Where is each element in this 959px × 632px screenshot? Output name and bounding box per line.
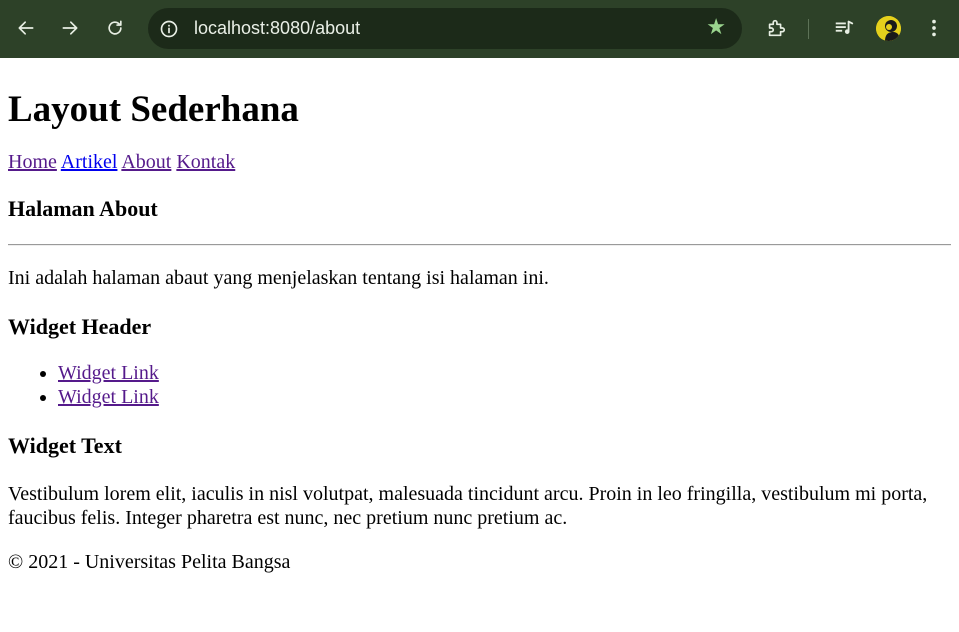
nav-link-home[interactable]: Home bbox=[8, 151, 57, 173]
section-title: Halaman About bbox=[8, 196, 158, 221]
toolbar-divider bbox=[808, 19, 809, 39]
footer-text: © 2021 - Universitas Pelita Bangsa bbox=[8, 551, 291, 573]
site-info-icon[interactable] bbox=[158, 18, 180, 40]
profile-avatar[interactable] bbox=[876, 16, 901, 41]
bookmark-star-icon[interactable]: ★ bbox=[706, 17, 726, 39]
list-item: Widget Link bbox=[58, 385, 951, 409]
reload-icon bbox=[108, 20, 122, 35]
intro-text: Ini adalah halaman abaut yang menjelaska… bbox=[8, 267, 549, 289]
page-content: Layout Sederhana Home Artikel About Kont… bbox=[0, 89, 959, 574]
nav-link-kontak[interactable]: Kontak bbox=[176, 151, 235, 173]
media-playlist-icon[interactable] bbox=[831, 15, 857, 41]
arrow-left-icon bbox=[18, 21, 34, 35]
divider bbox=[8, 244, 951, 246]
nav-link-artikel[interactable]: Artikel bbox=[61, 151, 118, 173]
main-nav: Home Artikel About Kontak bbox=[8, 150, 951, 174]
browser-toolbar: localhost:8080/about ★ bbox=[0, 0, 959, 58]
widget-link[interactable]: Widget Link bbox=[58, 362, 159, 384]
widget-link[interactable]: Widget Link bbox=[58, 386, 159, 408]
address-bar[interactable]: localhost:8080/about ★ bbox=[148, 8, 742, 49]
page-title: Layout Sederhana bbox=[8, 89, 299, 130]
widget-text-body: Vestibulum lorem elit, iaculis in nisl v… bbox=[8, 483, 928, 529]
back-button[interactable] bbox=[12, 14, 40, 42]
arrow-right-icon bbox=[62, 21, 78, 35]
reload-button[interactable] bbox=[101, 14, 129, 42]
widget-text-title: Widget Text bbox=[8, 433, 122, 458]
more-options-icon[interactable] bbox=[921, 15, 947, 41]
nav-link-about[interactable]: About bbox=[121, 151, 171, 173]
widget-header-title: Widget Header bbox=[8, 314, 152, 339]
url-text[interactable]: localhost:8080/about bbox=[194, 18, 360, 39]
widget-link-list: Widget Link Widget Link bbox=[8, 361, 951, 409]
forward-button[interactable] bbox=[56, 14, 84, 42]
extensions-icon[interactable] bbox=[763, 15, 789, 41]
list-item: Widget Link bbox=[58, 361, 951, 385]
